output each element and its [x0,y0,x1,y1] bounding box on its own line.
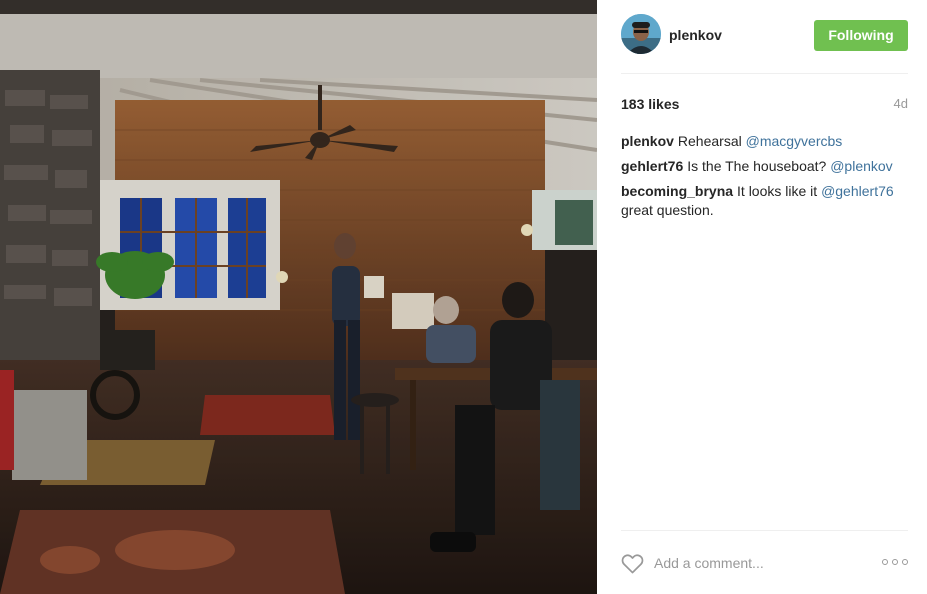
comment-text: Is the The houseboat? [687,158,831,174]
comment-item: gehlert76 Is the The houseboat? @plenkov [621,157,911,176]
rehearsal-set-photo [0,0,597,594]
post-age[interactable]: 4d [894,96,908,111]
post-author-username[interactable]: plenkov [669,27,722,43]
comment-author[interactable]: plenkov [621,133,674,149]
post-header: plenkov Following [621,14,908,74]
likes-row: 183 likes 4d [621,96,908,112]
comment-list: plenkov Rehearsal @macgyvercbs gehlert76 I… [621,132,911,226]
comment-item: becoming_bryna It looks like it @gehlert7… [621,182,911,220]
add-comment-input[interactable]: Add a comment... [654,555,764,571]
more-options-icon[interactable] [882,557,908,567]
comment-author[interactable]: becoming_bryna [621,183,733,199]
post-photo[interactable] [0,0,597,594]
comment-text: It looks like it [737,183,822,199]
likes-count[interactable]: 183 likes [621,96,679,112]
comment-author[interactable]: gehlert76 [621,158,683,174]
post-footer: Add a comment... [621,530,908,594]
comment-item: plenkov Rehearsal @macgyvercbs [621,132,911,151]
dot [892,559,898,565]
dot [902,559,908,565]
comment-mention[interactable]: @plenkov [830,158,892,174]
comment-mention[interactable]: @macgyvercbs [746,133,843,149]
comment-mention[interactable]: @gehlert76 [821,183,894,199]
avatar[interactable] [621,14,661,54]
following-button[interactable]: Following [814,20,908,51]
post-details-panel: plenkov Following 183 likes 4d plenkov Re… [597,0,927,594]
heart-outline-icon[interactable] [621,553,644,574]
comment-text: Rehearsal [677,133,746,149]
dot [882,559,888,565]
comment-text: great question. [621,202,714,218]
avatar-image [621,14,661,54]
